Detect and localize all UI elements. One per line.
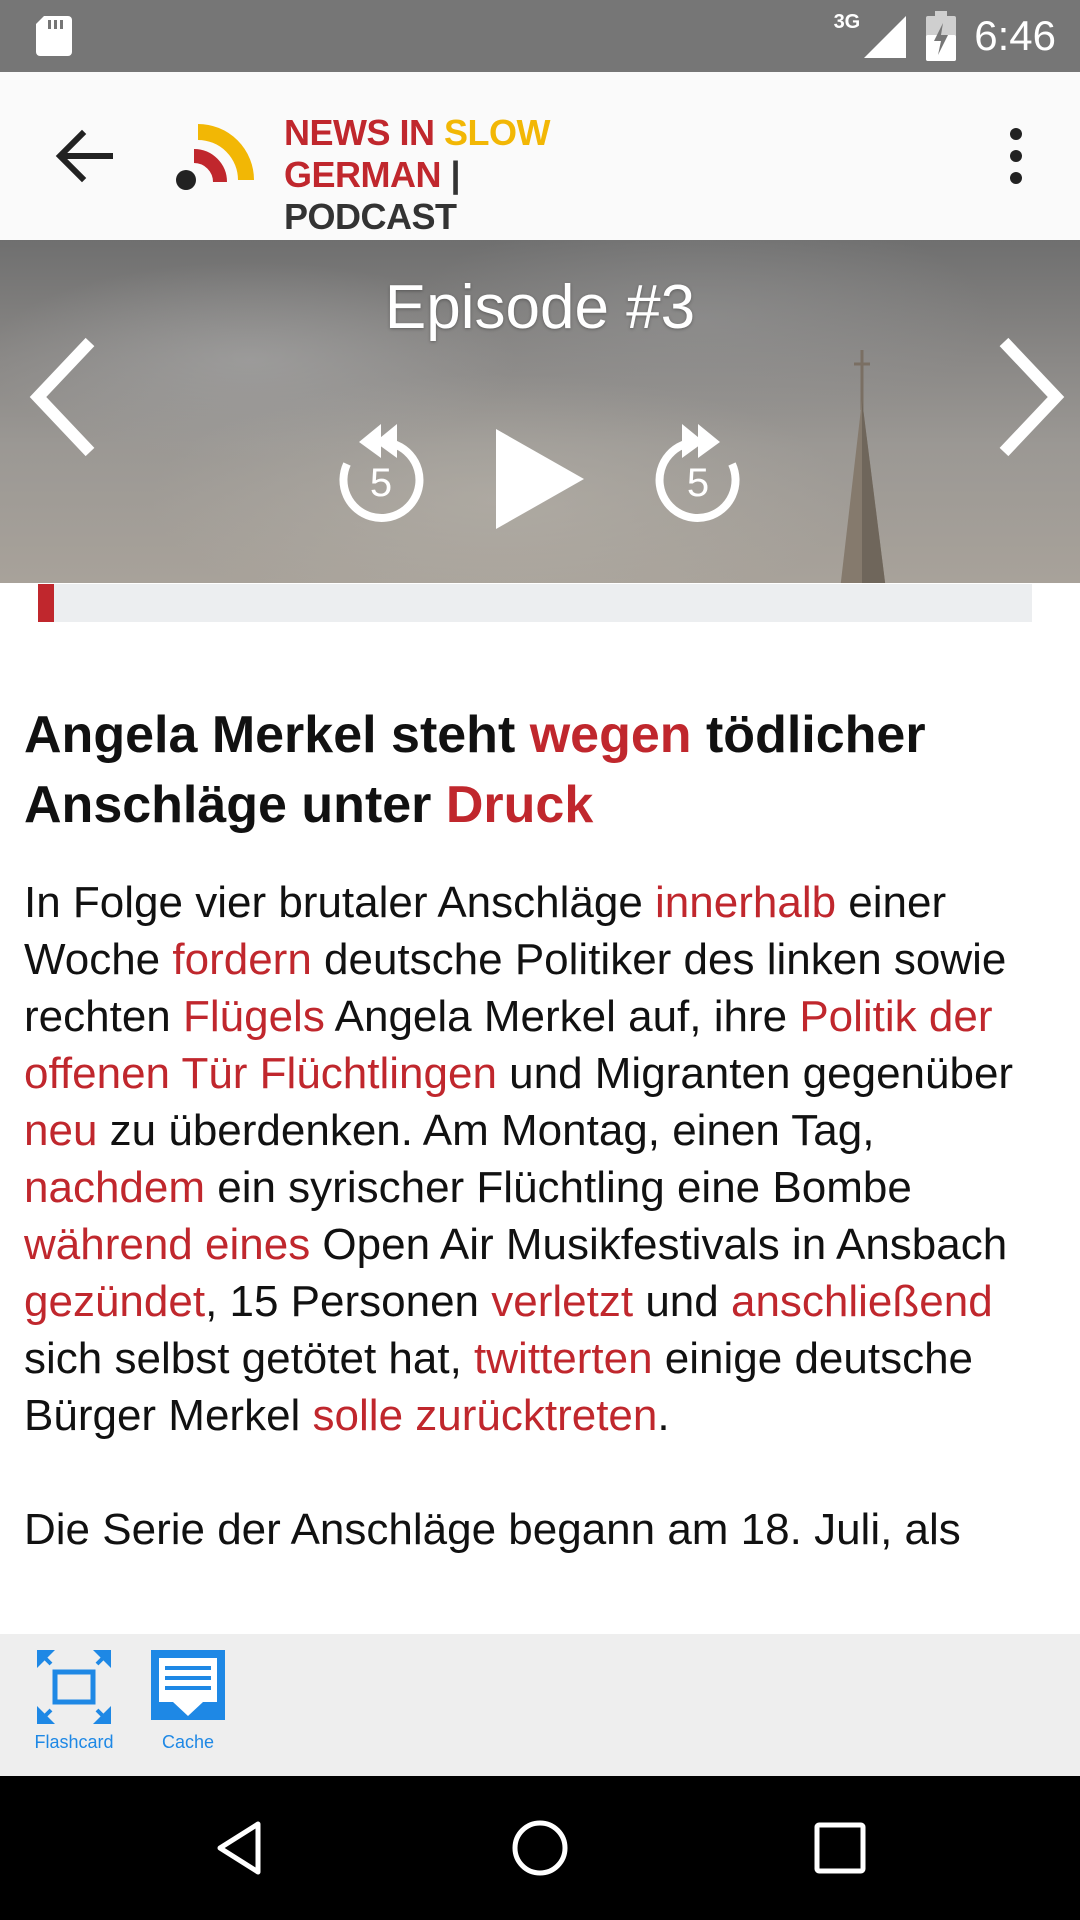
article-text: . — [657, 1391, 670, 1440]
cache-label: Cache — [161, 1732, 215, 1752]
playback-progress-fill — [38, 584, 54, 622]
rewind-icon: 5 — [339, 424, 424, 522]
flashcard-label: Flashcard — [34, 1732, 114, 1752]
logo-text: NEWS IN SLOW GERMAN | PODCAST — [284, 112, 642, 238]
article-text: Angela Merkel auf, ihre — [324, 992, 800, 1041]
vocabulary-word[interactable]: neu — [24, 1106, 97, 1155]
episode-title: Episode #3 — [384, 273, 696, 342]
article-text: ein syrischer Flüchtling eine Bombe — [205, 1163, 912, 1212]
previous-episode-icon[interactable] — [24, 332, 104, 462]
article-text: und — [633, 1277, 731, 1326]
logo-german: GERMAN — [284, 154, 442, 195]
next-episode-icon[interactable] — [990, 332, 1070, 462]
fast-forward-icon: 5 — [655, 424, 740, 522]
vocabulary-word[interactable]: verletzt — [491, 1277, 633, 1326]
cache-button[interactable]: Cache — [146, 1648, 230, 1753]
nav-recents-icon[interactable] — [812, 1820, 868, 1876]
network-type-label: 3G — [833, 10, 861, 33]
back-arrow-icon[interactable] — [48, 120, 120, 192]
article-paragraph: Die Serie der Anschläge begann am 18. Ju… — [24, 1501, 1056, 1558]
article-text: Die Serie der Anschläge begann am 18. Ju… — [24, 1505, 961, 1554]
vocabulary-word[interactable]: wegen — [530, 706, 692, 764]
article-text: Angela Merkel steht — [24, 706, 530, 764]
church-spire-image — [840, 350, 886, 583]
vocabulary-word[interactable]: während eines — [24, 1220, 310, 1269]
logo-news-in: NEWS IN — [284, 112, 445, 153]
vocabulary-word[interactable]: Druck — [446, 776, 593, 834]
playback-progress-bar[interactable] — [38, 584, 1032, 622]
nav-back-icon[interactable] — [210, 1818, 270, 1878]
play-icon[interactable] — [492, 425, 588, 533]
article-text: In Folge vier brutaler Anschläge — [24, 878, 656, 927]
flashcard-button[interactable]: Flashcard — [30, 1648, 118, 1753]
status-bar: 3G 6:46 — [0, 0, 1080, 72]
article-text: zu überdenken. Am Montag, einen Tag, — [97, 1106, 875, 1155]
sd-card-icon — [36, 16, 72, 56]
system-navigation-bar — [0, 1776, 1080, 1920]
article-text: und Migranten gegenüber — [496, 1049, 1014, 1098]
article-text: , 15 Personen — [205, 1277, 492, 1326]
audio-player: Episode #3 5 5 — [0, 240, 1080, 583]
battery-icon — [926, 11, 957, 61]
rewind-seconds-label: 5 — [370, 461, 392, 505]
vocabulary-word[interactable]: Flügels — [183, 992, 325, 1041]
nav-home-icon[interactable] — [510, 1818, 570, 1878]
article: Angela Merkel steht wegen tödlicher Ansc… — [24, 700, 1056, 1558]
article-text: sich selbst getötet hat, — [24, 1334, 475, 1383]
logo-slow: SLOW — [444, 112, 550, 153]
article-body: In Folge vier brutaler Anschläge innerha… — [24, 874, 1056, 1558]
article-headline: Angela Merkel steht wegen tödlicher Ansc… — [24, 700, 1056, 840]
vocabulary-word[interactable]: gezündet — [24, 1277, 205, 1326]
vocabulary-word[interactable]: fordern — [172, 935, 311, 984]
article-text: Open Air Musikfestivals in Ansbach — [310, 1220, 1008, 1269]
vocabulary-word[interactable]: nachdem — [24, 1163, 205, 1212]
forward-seconds-label: 5 — [687, 461, 709, 505]
forward-5-button[interactable]: 5 — [650, 418, 746, 526]
article-paragraph: In Folge vier brutaler Anschläge innerha… — [24, 874, 1056, 1444]
vocabulary-word[interactable]: solle zurücktreten — [313, 1391, 658, 1440]
vocabulary-word[interactable]: anschließend — [731, 1277, 993, 1326]
app-logo: NEWS IN SLOW GERMAN | PODCAST — [172, 110, 642, 237]
vocabulary-word[interactable]: innerhalb — [655, 878, 836, 927]
bottom-toolbar: Flashcard Cache — [0, 1634, 1080, 1776]
broadcast-logo-icon — [176, 124, 254, 190]
more-options-icon[interactable] — [992, 120, 1040, 192]
clock-time: 6:46 — [974, 12, 1056, 59]
app-bar: NEWS IN SLOW GERMAN | PODCAST — [0, 72, 1080, 240]
fullscreen-icon — [37, 1650, 111, 1724]
vocabulary-word[interactable]: twitterten — [474, 1334, 653, 1383]
rewind-5-button[interactable]: 5 — [333, 418, 429, 526]
cache-icon — [151, 1650, 225, 1720]
signal-icon — [864, 16, 907, 58]
